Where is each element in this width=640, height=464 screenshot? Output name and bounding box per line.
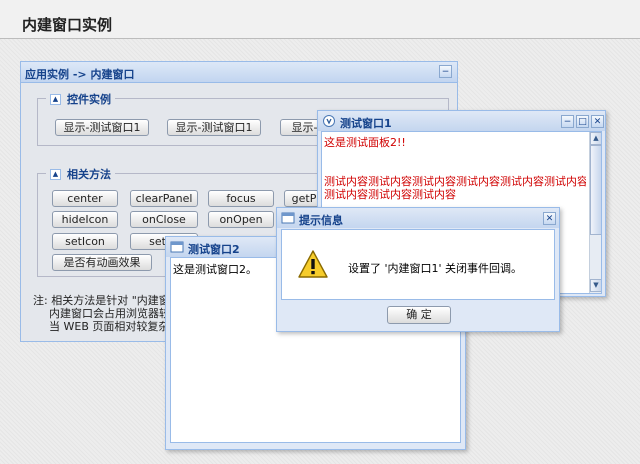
message-text: 设置了 '内建窗口1' 关闭事件回调。 [348, 262, 523, 275]
window1-line3: 测试内容测试内容测试内容 [324, 188, 456, 201]
window2-content: 这是测试窗口2。 [173, 263, 257, 276]
window-icon [170, 240, 184, 254]
page-header: 内建窗口实例 [0, 0, 640, 39]
window2-title: 测试窗口2 [188, 243, 240, 256]
window1-line1: 这是测试面板2!! [324, 136, 406, 149]
show-window1-button-2[interactable]: 显示-测试窗口1 [167, 119, 261, 136]
hide-icon-button[interactable]: hideIcon [52, 211, 118, 228]
window1-scrollbar[interactable]: ▲ ▼ [589, 132, 601, 293]
methods-legend[interactable]: ▲ 相关方法 [46, 166, 115, 182]
message-box-title: 提示信息 [299, 214, 343, 227]
message-box[interactable]: 提示信息 ✕ 设置了 '内建窗口1' 关闭事件回调。 确 定 [276, 207, 560, 332]
message-box-body: 设置了 '内建窗口1' 关闭事件回调。 [281, 229, 555, 300]
window-icon [281, 211, 295, 225]
scroll-up-icon[interactable]: ▲ [590, 132, 601, 145]
set-icon-button[interactable]: setIcon [52, 233, 118, 250]
collapse-toggle-icon[interactable]: ▲ [50, 168, 61, 180]
collapse-icon[interactable]: − [439, 65, 452, 78]
controls-legend[interactable]: ▲ 控件实例 [46, 91, 115, 107]
main-panel-header: 应用实例 -> 内建窗口 − [21, 62, 457, 83]
main-panel-title: 应用实例 -> 内建窗口 [25, 68, 135, 81]
scroll-down-icon[interactable]: ▼ [590, 279, 601, 292]
show-window1-button[interactable]: 显示-测试窗口1 [55, 119, 149, 136]
window1-title: 测试窗口1 [340, 117, 392, 130]
window1-header[interactable]: 测试窗口1 − □ ✕ [318, 111, 605, 131]
center-button[interactable]: center [52, 190, 118, 207]
on-close-button[interactable]: onClose [130, 211, 198, 228]
window-icon [322, 114, 336, 128]
focus-button[interactable]: focus [208, 190, 274, 207]
ok-button[interactable]: 确 定 [387, 306, 451, 324]
clear-panel-button[interactable]: clearPanel [130, 190, 198, 207]
maximize-icon[interactable]: □ [576, 115, 589, 128]
scroll-thumb[interactable] [590, 145, 601, 235]
close-icon[interactable]: ✕ [591, 115, 604, 128]
methods-legend-label: 相关方法 [67, 168, 111, 181]
on-open-button[interactable]: onOpen [208, 211, 274, 228]
animation-toggle-button[interactable]: 是否有动画效果 [52, 254, 152, 271]
collapse-toggle-icon[interactable]: ▲ [50, 93, 61, 105]
warning-icon [297, 249, 329, 282]
message-box-header[interactable]: 提示信息 ✕ [277, 208, 559, 228]
minimize-icon[interactable]: − [561, 115, 574, 128]
controls-legend-label: 控件实例 [67, 93, 111, 106]
page-title: 内建窗口实例 [22, 16, 113, 34]
close-icon[interactable]: ✕ [543, 212, 556, 225]
